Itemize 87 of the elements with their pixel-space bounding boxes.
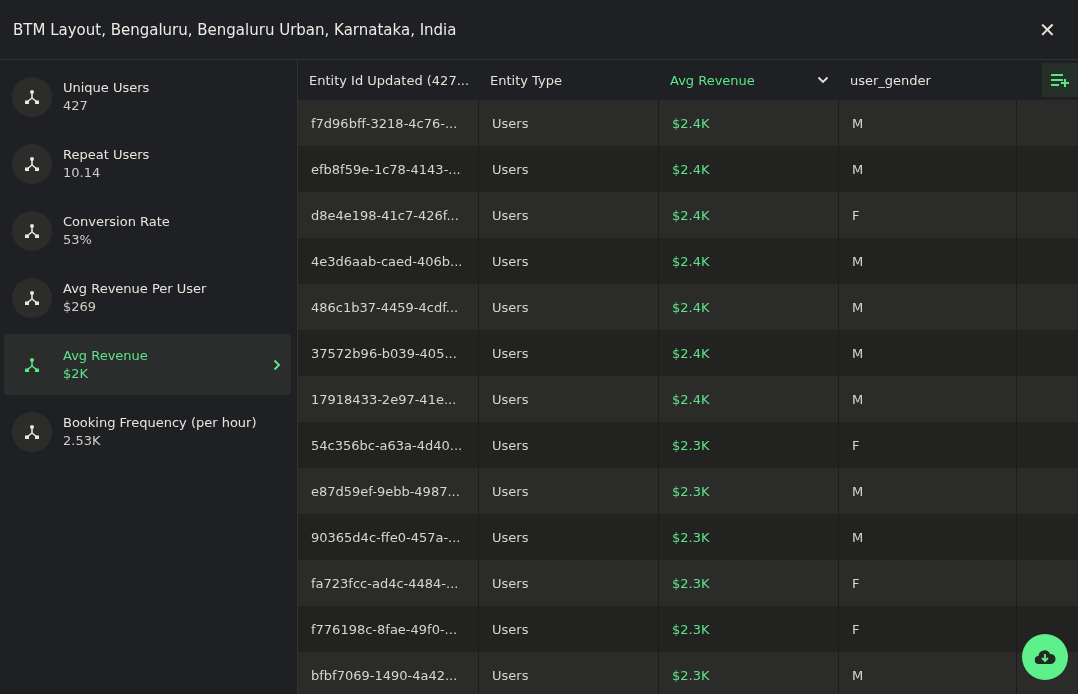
metric-item[interactable]: Avg Revenue $2K: [4, 334, 291, 395]
column-header[interactable]: Avg Revenue: [670, 72, 755, 88]
node-branch-icon: [24, 155, 40, 172]
metric-name: Avg Revenue Per User: [63, 281, 208, 296]
table-cell: Users: [492, 253, 529, 269]
node-branch-icon: [24, 289, 40, 306]
metric-value: $2K: [63, 366, 90, 381]
cloud-download-icon: [1034, 649, 1056, 665]
node-branch-icon: [24, 423, 40, 440]
metric-name: Avg Revenue: [63, 348, 149, 363]
table-cell: Users: [492, 667, 529, 683]
table-cell: 17918433-2e97-41e...: [311, 391, 457, 407]
metric-item[interactable]: Unique Users 427: [4, 66, 291, 127]
metric-item[interactable]: Repeat Users 10.14: [4, 133, 291, 194]
table-cell: Users: [492, 391, 529, 407]
table-cell: $2.4K: [672, 253, 710, 269]
table-cell: M: [852, 115, 864, 131]
metric-value: $269: [63, 299, 98, 314]
table-cell: f7d96bff-3218-4c76-...: [311, 115, 458, 131]
metric-name: Conversion Rate: [63, 214, 171, 229]
table-cell: M: [852, 345, 864, 361]
table-cell: fa723fcc-ad4c-4484-...: [311, 575, 459, 591]
table-cell: Users: [492, 115, 529, 131]
table-cell: F: [852, 207, 860, 223]
column-header[interactable]: user_gender: [850, 72, 931, 88]
table-cell: Users: [492, 529, 529, 545]
table-cell: efb8f59e-1c78-4143-...: [311, 161, 461, 177]
table-cell: 54c356bc-a63a-4d40...: [311, 437, 463, 453]
table-cell: M: [852, 667, 864, 683]
table-cell: 37572b96-b039-405...: [311, 345, 457, 361]
table-cell: Users: [492, 575, 529, 591]
table-cell: $2.4K: [672, 299, 710, 315]
table-cell: Users: [492, 621, 529, 637]
metric-name: Booking Frequency (per hour): [63, 415, 258, 430]
table-cell: F: [852, 621, 860, 637]
node-branch-icon: [24, 88, 40, 105]
table-cell: Users: [492, 161, 529, 177]
table-cell: 486c1b37-4459-4cdf...: [311, 299, 459, 315]
metric-item[interactable]: Avg Revenue Per User $269: [4, 267, 291, 328]
table-cell: Users: [492, 483, 529, 499]
metric-name: Unique Users: [63, 80, 151, 95]
table-cell: $2.3K: [672, 575, 710, 591]
table-cell: e87d59ef-9ebb-4987...: [311, 483, 460, 499]
table-cell: $2.4K: [672, 115, 710, 131]
metric-name: Repeat Users: [63, 147, 151, 162]
metric-value: 427: [63, 98, 89, 113]
table-cell: $2.4K: [672, 345, 710, 361]
table-cell: $2.4K: [672, 161, 710, 177]
add-column-button[interactable]: [1042, 63, 1078, 97]
table-cell: $2.3K: [672, 667, 710, 683]
table-cell: M: [852, 161, 864, 177]
caret-down-icon[interactable]: [817, 76, 829, 84]
table-cell: M: [852, 391, 864, 407]
table-cell: F: [852, 437, 860, 453]
table-cell: F: [852, 575, 860, 591]
node-branch-icon: [24, 356, 40, 373]
table-cell: $2.4K: [672, 391, 710, 407]
table-cell: M: [852, 253, 864, 269]
metric-value: 10.14: [63, 165, 102, 180]
metric-item[interactable]: Conversion Rate 53%: [4, 200, 291, 261]
table-cell: $2.3K: [672, 621, 710, 637]
column-header[interactable]: Entity Id Updated (427...: [309, 72, 470, 88]
table-cell: $2.3K: [672, 529, 710, 545]
table-cell: $2.4K: [672, 207, 710, 223]
metric-value: 2.53K: [63, 433, 102, 448]
table-cell: f776198c-8fae-49f0-...: [311, 621, 458, 637]
table-cell: bfbf7069-1490-4a42...: [311, 667, 458, 683]
table-cell: Users: [492, 299, 529, 315]
table-cell: d8e4e198-41c7-426f...: [311, 207, 459, 223]
table-cell: Users: [492, 207, 529, 223]
table-cell: $2.3K: [672, 483, 710, 499]
table-cell: Users: [492, 437, 529, 453]
close-button[interactable]: ✕: [1031, 13, 1064, 46]
list-plus-icon: [1050, 73, 1070, 87]
metric-item[interactable]: Booking Frequency (per hour) 2.53K: [4, 401, 291, 462]
metric-value: 53%: [63, 232, 93, 247]
table-cell: Users: [492, 345, 529, 361]
table-cell: M: [852, 529, 864, 545]
node-branch-icon: [24, 222, 40, 239]
table-cell: 90365d4c-ffe0-457a-...: [311, 529, 461, 545]
window-title: BTM Layout, Bengaluru, Bengaluru Urban, Karnataka, India: [13, 20, 457, 39]
table-cell: M: [852, 299, 864, 315]
column-header[interactable]: Entity Type: [490, 72, 562, 88]
chevron-right-icon: [273, 358, 281, 371]
table-cell: $2.3K: [672, 437, 710, 453]
table-cell: 4e3d6aab-caed-406b...: [311, 253, 463, 269]
table-cell: M: [852, 483, 864, 499]
